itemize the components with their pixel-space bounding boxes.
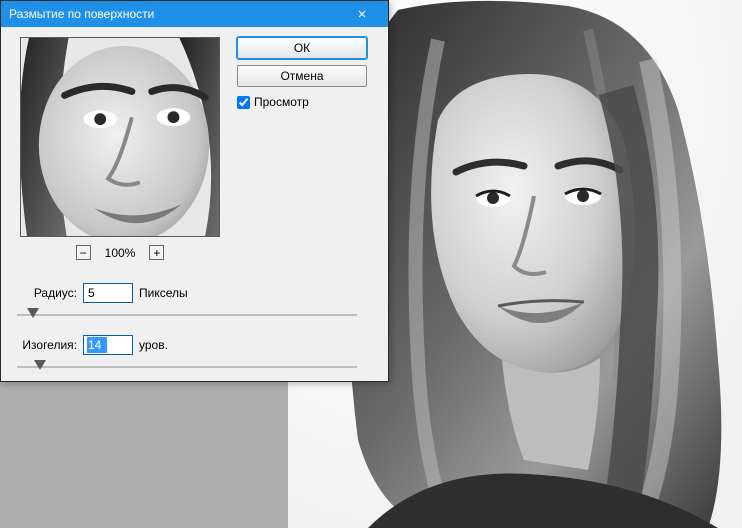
- canvas-empty-region: [0, 382, 288, 528]
- preview-checkbox-row[interactable]: Просмотр: [237, 95, 377, 109]
- ok-button[interactable]: ОК: [237, 37, 367, 59]
- close-icon: ×: [358, 6, 367, 23]
- dialog-titlebar[interactable]: Размытие по поверхности ×: [1, 1, 388, 27]
- radius-unit: Пикселы: [139, 286, 188, 300]
- zoom-out-button[interactable]: −: [76, 245, 91, 260]
- slider-knob[interactable]: [34, 360, 46, 370]
- threshold-unit: уров.: [139, 338, 168, 352]
- threshold-slider[interactable]: [17, 359, 357, 375]
- threshold-label: Изогелия:: [17, 338, 77, 352]
- radius-input[interactable]: [83, 283, 133, 303]
- slider-track: [17, 366, 357, 368]
- zoom-in-button[interactable]: +: [149, 245, 164, 260]
- radius-label: Радиус:: [17, 286, 77, 300]
- zoom-level-label: 100%: [105, 246, 136, 260]
- preview-checkbox-label: Просмотр: [254, 95, 309, 109]
- slider-knob[interactable]: [27, 308, 39, 318]
- minus-icon: −: [80, 247, 87, 259]
- plus-icon: +: [153, 247, 160, 259]
- preview-checkbox[interactable]: [237, 96, 250, 109]
- surface-blur-dialog: Размытие по поверхности ×: [0, 0, 389, 382]
- close-button[interactable]: ×: [342, 2, 382, 26]
- slider-track: [17, 314, 357, 316]
- preview-image: [21, 38, 219, 236]
- dialog-action-column: ОК Отмена Просмотр: [237, 37, 377, 109]
- radius-row: Радиус: Пикселы: [17, 283, 357, 303]
- radius-slider[interactable]: [17, 307, 357, 323]
- dialog-title: Размытие по поверхности: [9, 7, 342, 21]
- dialog-body: − 100% + ОК Отмена Просмотр Радиус: Пикс…: [1, 27, 388, 383]
- threshold-row: Изогелия: уров.: [17, 335, 357, 355]
- threshold-input[interactable]: [83, 335, 133, 355]
- preview-thumbnail[interactable]: [20, 37, 220, 237]
- zoom-controls: − 100% +: [20, 245, 220, 260]
- cancel-button[interactable]: Отмена: [237, 65, 367, 87]
